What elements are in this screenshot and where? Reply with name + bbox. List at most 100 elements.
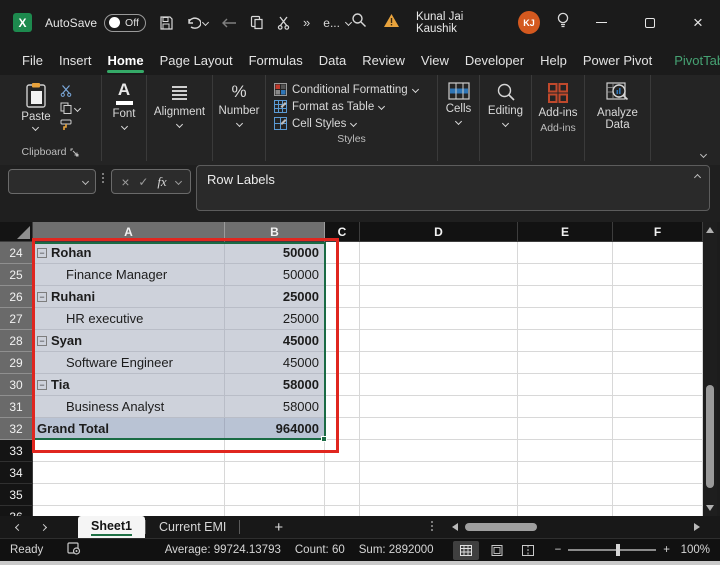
font-menu-button[interactable]: A Font [102, 75, 146, 131]
cell-empty[interactable] [360, 462, 518, 484]
cell-label[interactable] [33, 506, 225, 516]
dialog-launcher-icon[interactable] [70, 148, 79, 157]
cell-empty[interactable] [325, 440, 360, 462]
column-header-e[interactable]: E [518, 222, 613, 242]
cell-empty[interactable] [518, 286, 613, 308]
autosave-toggle[interactable]: Off [104, 13, 147, 32]
cell-empty[interactable] [325, 264, 360, 286]
macro-record-button[interactable] [67, 542, 81, 558]
cell-empty[interactable] [325, 286, 360, 308]
cell-empty[interactable] [325, 330, 360, 352]
vertical-scrollbar[interactable] [703, 222, 717, 516]
column-header-c[interactable]: C [325, 222, 360, 242]
row-header[interactable]: 28 [0, 330, 33, 352]
select-all-button[interactable] [0, 222, 33, 242]
zoom-slider-track[interactable] [568, 544, 657, 557]
tab-review[interactable]: Review [354, 49, 413, 72]
cell-empty[interactable] [518, 462, 613, 484]
next-sheet-icon[interactable] [39, 523, 48, 531]
prev-sheet-icon[interactable] [14, 523, 23, 531]
collapse-icon[interactable]: − [37, 291, 47, 302]
cell-empty[interactable] [325, 418, 360, 440]
cell-empty[interactable] [613, 286, 703, 308]
search-button[interactable] [351, 12, 367, 33]
tab-formulas[interactable]: Formulas [241, 49, 311, 72]
tab-help[interactable]: Help [532, 49, 575, 72]
cell-value[interactable]: 50000 [225, 242, 325, 264]
maximize-button[interactable] [634, 8, 666, 38]
insert-function-button[interactable]: fx [157, 174, 166, 190]
cell-label[interactable]: − Tia [33, 374, 225, 396]
cell-value[interactable]: 58000 [225, 396, 325, 418]
row-header[interactable]: 34 [0, 462, 33, 484]
add-sheet-button[interactable]: + [274, 519, 283, 536]
page-break-preview-button[interactable] [515, 541, 541, 560]
formula-input[interactable]: Row Labels [196, 165, 710, 211]
qat-overflow-button[interactable]: e... [323, 16, 353, 30]
cell-label[interactable]: Grand Total [33, 418, 225, 440]
row-header[interactable]: 30 [0, 374, 33, 396]
cell-value[interactable]: 25000 [225, 308, 325, 330]
row-header[interactable]: 27 [0, 308, 33, 330]
column-header-a[interactable]: A [33, 222, 225, 242]
cell-empty[interactable] [325, 484, 360, 506]
cell-empty[interactable] [613, 308, 703, 330]
cell-empty[interactable] [518, 418, 613, 440]
collapse-ribbon-icon[interactable] [699, 150, 708, 159]
editing-menu-button[interactable]: Editing [480, 75, 531, 128]
cell-empty[interactable] [360, 330, 518, 352]
tab-home[interactable]: Home [99, 49, 151, 73]
status-sum[interactable]: Sum: 2892000 [359, 544, 434, 556]
format-as-table-button[interactable]: Format as Table [274, 100, 437, 113]
tab-data[interactable]: Data [311, 49, 354, 72]
tab-bar-splitter[interactable] [431, 521, 433, 531]
analyze-data-button[interactable]: Analyze Data [585, 75, 650, 131]
cell-empty[interactable] [360, 484, 518, 506]
cell-empty[interactable] [518, 330, 613, 352]
page-layout-view-button[interactable] [484, 541, 510, 560]
cell-empty[interactable] [613, 396, 703, 418]
cell-empty[interactable] [613, 418, 703, 440]
cell-empty[interactable] [360, 308, 518, 330]
cell-value[interactable]: 45000 [225, 352, 325, 374]
cut-button[interactable] [277, 16, 290, 30]
row-header[interactable]: 29 [0, 352, 33, 374]
row-header[interactable]: 26 [0, 286, 33, 308]
zoom-slider-thumb[interactable] [616, 544, 621, 557]
alert-indicator[interactable] [383, 13, 400, 33]
alignment-menu-button[interactable]: Alignment [147, 75, 212, 128]
cell-empty[interactable] [360, 264, 518, 286]
cell-label[interactable]: − Ruhani [33, 286, 225, 308]
cell-empty[interactable] [360, 506, 518, 516]
cells-menu-button[interactable]: Cells [438, 75, 479, 126]
collapse-icon[interactable]: − [37, 335, 47, 346]
avatar[interactable]: KJ [518, 11, 540, 34]
account-name[interactable]: Kunal Jai Kaushik [416, 11, 502, 35]
cell-value[interactable] [225, 484, 325, 506]
cell-styles-button[interactable]: Cell Styles [274, 117, 437, 130]
row-header[interactable]: 36 [0, 506, 33, 516]
fill-handle[interactable] [321, 436, 327, 442]
cell-empty[interactable] [360, 374, 518, 396]
cell-empty[interactable] [613, 330, 703, 352]
autosave-control[interactable]: AutoSave Off [45, 13, 147, 32]
excel-logo-icon[interactable]: X [13, 13, 32, 32]
cell-empty[interactable] [325, 352, 360, 374]
cell-value[interactable]: 58000 [225, 374, 325, 396]
collapse-icon[interactable]: − [37, 247, 47, 258]
tab-page-layout[interactable]: Page Layout [152, 49, 241, 72]
cell-empty[interactable] [518, 264, 613, 286]
cell-empty[interactable] [360, 242, 518, 264]
sheet-tab-current-emi[interactable]: Current EMI [146, 516, 239, 538]
cell-empty[interactable] [360, 418, 518, 440]
cell-label[interactable]: Software Engineer [33, 352, 225, 374]
close-button[interactable]: × [682, 8, 714, 38]
formula-bar-splitter[interactable] [102, 173, 104, 183]
sheet-tab-sheet1[interactable]: Sheet1 [78, 516, 145, 538]
row-header[interactable]: 31 [0, 396, 33, 418]
row-header[interactable]: 32 [0, 418, 33, 440]
cell-empty[interactable] [360, 286, 518, 308]
cell-label[interactable]: HR executive [33, 308, 225, 330]
cell-label[interactable] [33, 440, 225, 462]
cell-empty[interactable] [360, 440, 518, 462]
